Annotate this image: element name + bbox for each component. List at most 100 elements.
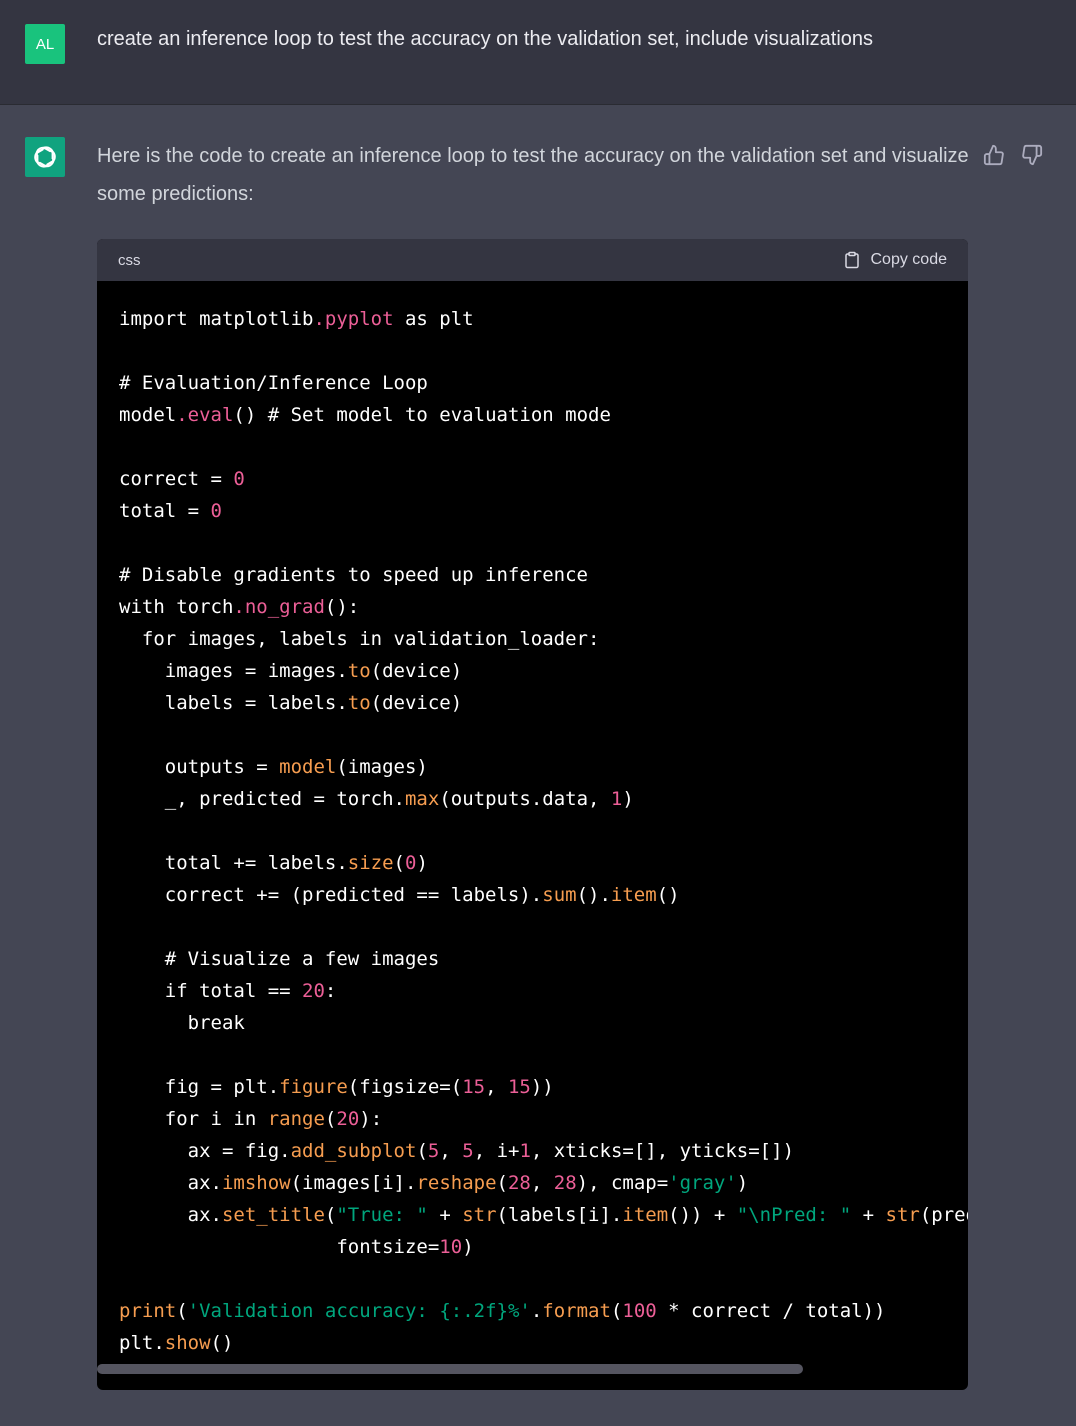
code-token: , <box>439 1140 463 1162</box>
code-token: .eval <box>176 404 234 426</box>
code-token: fig = plt. <box>119 1076 280 1098</box>
code-token: reshape <box>416 1172 497 1194</box>
code-token: () <box>210 1332 234 1354</box>
code-token: total += labels. <box>119 852 348 874</box>
code-token: set_title <box>221 1204 325 1226</box>
code-token: .no_grad <box>233 596 325 618</box>
assistant-avatar <box>25 137 65 177</box>
code-token: 28 <box>553 1172 577 1194</box>
code-token: ax. <box>119 1172 222 1194</box>
code-token: add_subplot <box>290 1140 417 1162</box>
code-token: (): <box>324 596 360 618</box>
code-token: ()) + <box>668 1204 737 1226</box>
code-token: range <box>267 1108 325 1130</box>
code-line: plt.show() <box>119 1327 968 1359</box>
code-token: (labels[i]. <box>496 1204 623 1226</box>
clipboard-icon <box>844 251 859 269</box>
code-token: format <box>542 1300 611 1322</box>
code-token: )) <box>530 1076 554 1098</box>
code-token: 1 <box>610 788 623 810</box>
code-token: ( <box>416 1140 428 1162</box>
code-token: , <box>530 1172 554 1194</box>
code-block: css Copy code import matplotlib.pyplot a… <box>97 239 968 1390</box>
code-token: labels = labels. <box>119 692 348 714</box>
code-token: str <box>462 1204 497 1226</box>
code-token: correct = <box>119 468 234 490</box>
code-token: print <box>119 1300 177 1322</box>
code-line: import matplotlib.pyplot as plt <box>119 303 968 335</box>
code-token: max <box>404 788 440 810</box>
thumbs-up-button[interactable] <box>982 143 1006 167</box>
code-line: outputs = model(images) <box>119 751 968 783</box>
code-token: for images, labels in validation_loader: <box>119 628 600 650</box>
code-token: fontsize= <box>119 1236 440 1258</box>
code-token: model <box>279 756 337 778</box>
code-token: import matplotlib <box>119 308 314 330</box>
code-token: + <box>427 1204 463 1226</box>
code-token: # Disable gradients to speed up inferenc… <box>119 564 588 586</box>
code-token: () # Set model to evaluation mode <box>233 404 611 426</box>
code-token: (). <box>576 884 611 906</box>
code-token: with torch <box>119 596 234 618</box>
code-line: with torch.no_grad(): <box>119 591 968 623</box>
code-token: 10 <box>439 1236 463 1258</box>
code-line: if total == 20: <box>119 975 968 1007</box>
code-line: ax = fig.add_subplot(5, 5, i+1, xticks=[… <box>119 1135 968 1167</box>
code-line: labels = labels.to(device) <box>119 687 968 719</box>
code-token: (images) <box>336 756 428 778</box>
code-line: model.eval() # Set model to evaluation m… <box>119 399 968 431</box>
code-token: ) <box>416 852 428 874</box>
assistant-message-row: Here is the code to create an inference … <box>0 105 1076 1426</box>
code-line: correct += (predicted == labels).sum().i… <box>119 879 968 911</box>
code-token: (predi <box>919 1204 968 1226</box>
code-token: (outputs.data, <box>439 788 611 810</box>
horizontal-scrollbar[interactable] <box>97 1364 968 1376</box>
code-token: , i+ <box>473 1140 520 1162</box>
code-token: "True: " <box>336 1204 428 1226</box>
code-language-label: css <box>118 251 141 269</box>
code-token: ) <box>736 1172 749 1194</box>
code-token: , <box>485 1076 508 1098</box>
code-token: ) <box>462 1236 474 1258</box>
thumbs-down-button[interactable] <box>1020 143 1044 167</box>
code-token: as plt <box>393 308 474 330</box>
code-token: if total == <box>119 980 303 1002</box>
code-token: total = <box>119 500 211 522</box>
code-token: "\nPred: " <box>736 1204 852 1226</box>
code-token: ( <box>393 852 405 874</box>
code-line: break <box>119 1007 968 1039</box>
code-token: ): <box>359 1108 383 1130</box>
scrollbar-thumb[interactable] <box>97 1364 803 1374</box>
code-token: ax. <box>119 1204 222 1226</box>
openai-logo-icon <box>34 146 56 168</box>
code-token: 5 <box>427 1140 440 1162</box>
code-token: 15 <box>507 1076 531 1098</box>
code-token: , xticks=[], yticks=[]) <box>530 1140 795 1162</box>
code-line: fontsize=10) <box>119 1231 968 1263</box>
assistant-message-text: Here is the code to create an inference … <box>97 145 969 205</box>
code-line: # Visualize a few images <box>119 943 968 975</box>
copy-code-button[interactable]: Copy code <box>843 250 947 270</box>
code-token: # Evaluation/Inference Loop <box>119 372 428 394</box>
code-token: * correct / total)) <box>656 1300 886 1322</box>
code-token: . <box>530 1300 543 1322</box>
code-token: ( <box>324 1204 337 1226</box>
code-token: item <box>622 1204 669 1226</box>
code-token: (device) <box>370 692 463 714</box>
code-token: _, predicted = torch. <box>119 788 405 810</box>
code-token: ( <box>496 1172 508 1194</box>
code-line: for images, labels in validation_loader: <box>119 623 968 655</box>
thumbs-down-icon <box>1022 144 1043 166</box>
code-token: ( <box>176 1300 188 1322</box>
code-token: plt. <box>119 1332 165 1354</box>
user-message-row: AL create an inference loop to test the … <box>0 0 1076 105</box>
code-token: 1 <box>519 1140 531 1162</box>
code-token: images = images. <box>119 660 348 682</box>
code-token: 100 <box>622 1300 657 1322</box>
